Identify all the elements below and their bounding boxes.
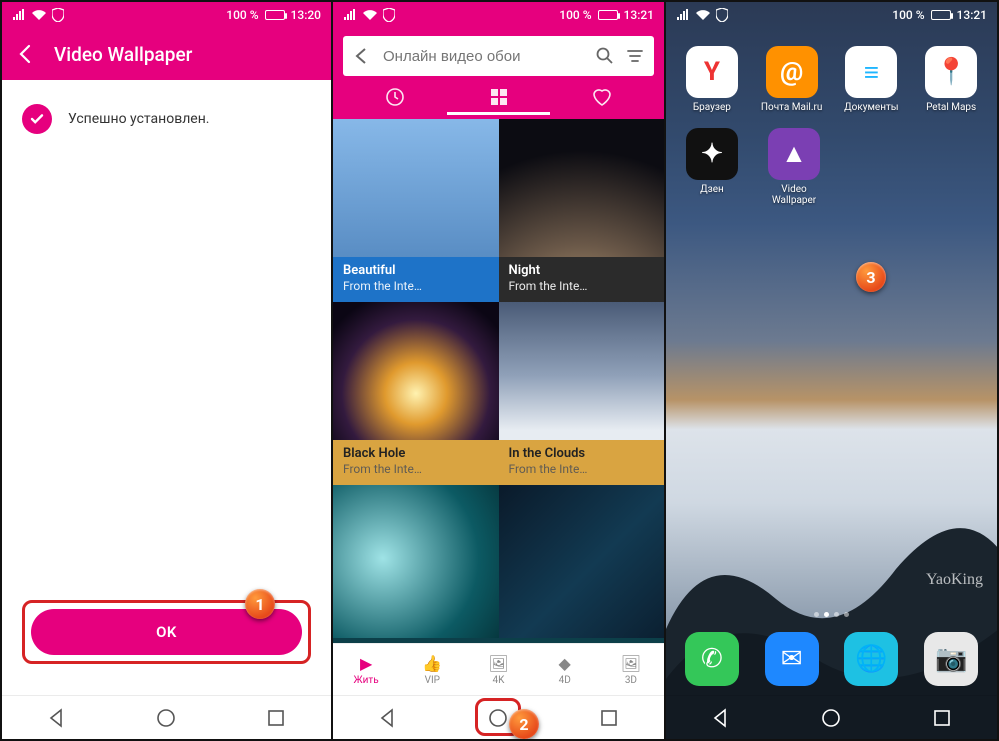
clock: 13:20: [291, 8, 321, 22]
home-apps: Y Браузер@ Почта Mail.ru≡ Документы📍 Pet…: [666, 32, 997, 207]
card-title: In the Clouds: [509, 446, 655, 462]
wallpaper-card[interactable]: Diamond: [499, 485, 665, 668]
app-title: Video Wallpaper: [54, 43, 192, 66]
success-row: Успешно установлен.: [22, 104, 311, 134]
back-icon[interactable]: [16, 44, 36, 64]
dock-phone[interactable]: ✆: [685, 632, 739, 686]
tab-recent[interactable]: [343, 82, 447, 112]
wallpaper-card[interactable]: Beautiful From the Inte…: [333, 119, 499, 302]
wallpaper-card[interactable]: Night From the Inte…: [499, 119, 665, 302]
card-title: Black Hole: [343, 446, 489, 462]
screen-2-gallery: 100 % 13:21 Beautiful From the Int: [333, 0, 666, 741]
nav-home-icon[interactable]: [155, 707, 177, 729]
card-title: Beautiful: [343, 263, 489, 279]
app-Petal-Maps[interactable]: 📍 Petal Maps: [915, 46, 987, 114]
dock-browser[interactable]: 🌐: [844, 632, 898, 686]
battery-text: 100 %: [559, 8, 591, 22]
signal-icon: [12, 9, 26, 21]
tab-categories[interactable]: [447, 82, 551, 112]
ok-label: OK: [156, 623, 177, 641]
bottom-tab-VIP[interactable]: 👍VIP: [399, 644, 465, 695]
callout-3: 3: [856, 262, 886, 292]
bottom-tab-3D[interactable]: 🖼3D: [598, 644, 664, 695]
signal-icon: [676, 9, 690, 21]
wifi-icon: [363, 9, 377, 21]
bottom-tab-Жить[interactable]: ▶Жить: [333, 644, 399, 695]
card-subtitle: From the Inte…: [509, 279, 655, 294]
status-bar: 100 % 13:21: [666, 2, 997, 28]
search-bar[interactable]: [343, 36, 654, 76]
back-icon[interactable]: [353, 47, 371, 65]
nav-back-icon[interactable]: [377, 707, 399, 729]
card-subtitle: From the Inte…: [343, 462, 489, 477]
card-subtitle: From the Inte…: [509, 462, 655, 477]
nav-recent-icon[interactable]: [931, 707, 953, 729]
bottom-tab-4D[interactable]: ◆4D: [532, 644, 598, 695]
wallpaper-card[interactable]: In the Clouds From the Inte…: [499, 302, 665, 485]
battery-icon: [931, 10, 951, 20]
app-Дзен[interactable]: ✦ Дзен: [676, 128, 748, 207]
app-Браузер[interactable]: Y Браузер: [676, 46, 748, 114]
android-navbar: [666, 695, 997, 739]
callout-2: 2: [509, 709, 539, 739]
card-subtitle: From the Inte…: [343, 279, 489, 294]
search-area: [333, 28, 664, 119]
clock: 13:21: [957, 8, 987, 22]
dock: ✆ ✉ 🌐 📷: [666, 623, 997, 695]
check-icon: [22, 104, 52, 134]
battery-icon: [598, 10, 618, 20]
bottom-tab-4K[interactable]: 🖼4K: [465, 644, 531, 695]
status-bar: 100 % 13:20: [2, 2, 331, 28]
wallpaper-card[interactable]: Black Hole From the Inte…: [333, 302, 499, 485]
nav-back-icon[interactable]: [710, 707, 732, 729]
battery-icon: [265, 10, 285, 20]
status-bar: 100 % 13:21: [333, 2, 664, 28]
battery-text: 100 %: [226, 8, 258, 22]
nav-recent-icon[interactable]: [598, 707, 620, 729]
nav-recent-icon[interactable]: [265, 707, 287, 729]
callout-1: 1: [245, 589, 275, 619]
app-Video-Wallpaper[interactable]: ▲ VideoWallpaper: [758, 128, 830, 207]
wallpaper-signature: YaoKing: [926, 571, 983, 589]
clock: 13:21: [624, 8, 654, 22]
bottom-tabs: ▶Жить👍VIP🖼4K◆4D🖼3D: [333, 643, 664, 695]
app-Документы[interactable]: ≡ Документы: [835, 46, 907, 114]
wifi-icon: [696, 9, 710, 21]
screen-3-homescreen: 100 % 13:21 Y Браузер@ Почта Mail.ru≡ До…: [666, 0, 999, 741]
android-navbar: [2, 695, 331, 739]
app-Почта-Mail.ru[interactable]: @ Почта Mail.ru: [756, 46, 828, 114]
search-input[interactable]: [383, 48, 584, 65]
screen-1-success: 100 % 13:20 Video Wallpaper Успешно уста…: [0, 0, 333, 741]
wallpaper-card[interactable]: Dandelion: [333, 485, 499, 668]
wallpaper-grid: Beautiful From the Inte… Night From the …: [333, 119, 664, 668]
app-bar: Video Wallpaper: [2, 28, 331, 80]
wifi-icon: [32, 9, 46, 21]
category-tabs: [343, 82, 654, 112]
nav-home-icon[interactable]: [820, 707, 842, 729]
signal-icon: [343, 9, 357, 21]
card-title: Night: [509, 263, 655, 279]
page-indicator: [666, 612, 997, 617]
search-icon[interactable]: [596, 47, 614, 65]
dock-messages[interactable]: ✉: [765, 632, 819, 686]
filter-icon[interactable]: [626, 47, 644, 65]
success-text: Успешно установлен.: [68, 111, 209, 127]
shield-icon: [383, 8, 395, 22]
shield-icon: [52, 8, 64, 22]
nav-back-icon[interactable]: [46, 707, 68, 729]
battery-text: 100 %: [892, 8, 924, 22]
shield-icon: [716, 8, 728, 22]
dock-camera[interactable]: 📷: [924, 632, 978, 686]
tab-favorites[interactable]: [550, 82, 654, 112]
